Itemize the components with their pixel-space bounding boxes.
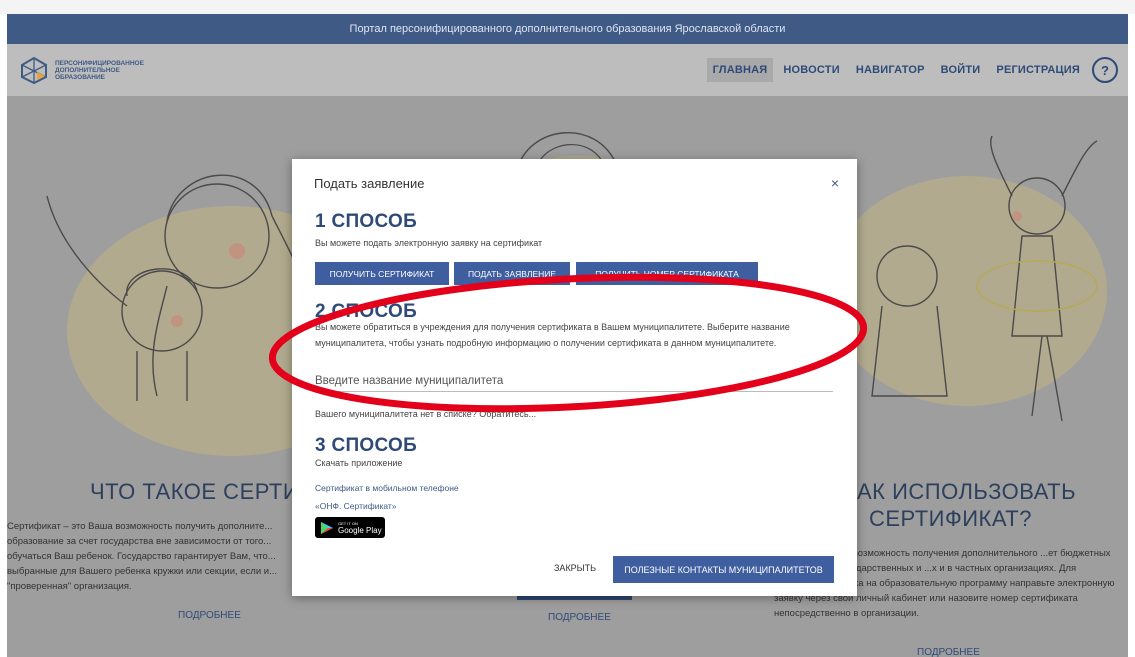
get-certificate-number-button[interactable]: ПОЛУЧИТЬ НОМЕР СЕРТИФИКАТА xyxy=(576,262,758,285)
way2-note: Вашего муниципалитета нет в списке? Обра… xyxy=(315,409,537,419)
mid-card-more-link[interactable]: ПОДРОБНЕЕ xyxy=(548,612,611,623)
way1-heading: 1 СПОСОБ xyxy=(315,211,418,232)
way1-text: Вы можете подать электронную заявку на с… xyxy=(315,238,543,248)
logo-text: ПЕРСОНИФИЦИРОВАННОЕ ДОПОЛНИТЕЛЬНОЕ ОБРАЗ… xyxy=(55,60,144,81)
municipality-contacts-button[interactable]: ПОЛЕЗНЫЕ КОНТАКТЫ МУНИЦИПАЛИТЕТОВ xyxy=(613,556,834,583)
close-icon[interactable]: × xyxy=(831,175,839,191)
site-header: ПЕРСОНИФИЦИРОВАННОЕ ДОПОЛНИТЕЛЬНОЕ ОБРАЗ… xyxy=(7,44,1128,96)
right-card-more-link[interactable]: ПОДРОБНЕЕ xyxy=(917,647,980,657)
app-name-link[interactable]: «ОНФ. Сертификат» xyxy=(315,501,397,511)
right-card-title-line1: АК ИСПОЛЬЗОВАТЬ xyxy=(857,479,1077,504)
close-button[interactable]: ЗАКРЫТЬ xyxy=(554,563,596,573)
nav-register[interactable]: РЕГИСТРАЦИЯ xyxy=(990,58,1086,82)
google-play-icon xyxy=(321,521,333,534)
logo-line-1: ПЕРСОНИФИЦИРОВАННОЕ xyxy=(55,59,144,67)
left-card-more-link[interactable]: ПОДРОБНЕЕ xyxy=(178,610,241,621)
logo-icon xyxy=(21,56,47,85)
main-nav: ГЛАВНАЯ НОВОСТИ НАВИГАТОР ВОЙТИ РЕГИСТРА… xyxy=(703,57,1118,83)
mobile-certificate-link[interactable]: Сертификат в мобильном телефоне xyxy=(315,483,459,493)
apply-modal: Подать заявление × 1 СПОСОБ Вы можете по… xyxy=(292,159,857,596)
modal-title: Подать заявление xyxy=(314,176,425,191)
help-button[interactable]: ? xyxy=(1092,57,1118,83)
gplay-big-text: Google Play xyxy=(338,525,382,535)
site-logo[interactable]: ПЕРСОНИФИЦИРОВАННОЕ ДОПОЛНИТЕЛЬНОЕ ОБРАЗ… xyxy=(19,55,144,85)
portal-banner: Портал персонифицированного дополнительн… xyxy=(7,14,1128,44)
municipality-input[interactable] xyxy=(315,371,833,392)
way2-text: Вы можете обратиться в учреждения для по… xyxy=(315,322,790,348)
nav-navigator[interactable]: НАВИГАТОР xyxy=(850,58,931,82)
portal-title: Портал персонифицированного дополнительн… xyxy=(349,23,786,35)
nav-news[interactable]: НОВОСТИ xyxy=(777,58,845,82)
left-card-text: Сертификат – это Ваша возможность получи… xyxy=(7,521,278,592)
get-certificate-button[interactable]: ПОЛУЧИТЬ СЕРТИФИКАТ xyxy=(315,262,449,285)
browser-top-strip xyxy=(0,0,1135,14)
nav-home[interactable]: ГЛАВНАЯ xyxy=(706,58,774,82)
way3-heading: 3 СПОСОБ xyxy=(315,435,418,456)
google-play-badge[interactable]: GET IT ON Google Play xyxy=(315,517,385,538)
kids-ballet-illustration xyxy=(871,136,1098,422)
nav-login[interactable]: ВОЙТИ xyxy=(935,58,987,82)
way3-text: Скачать приложение xyxy=(315,458,403,468)
right-card-title-line2: СЕРТИФИКАТ? xyxy=(869,506,1032,531)
submit-application-button[interactable]: ПОДАТЬ ЗАЯВЛЕНИЕ xyxy=(454,262,570,285)
logo-line-3: ОБРАЗОВАНИЕ xyxy=(55,73,105,81)
logo-line-2: ДОПОЛНИТЕЛЬНОЕ xyxy=(55,66,120,74)
